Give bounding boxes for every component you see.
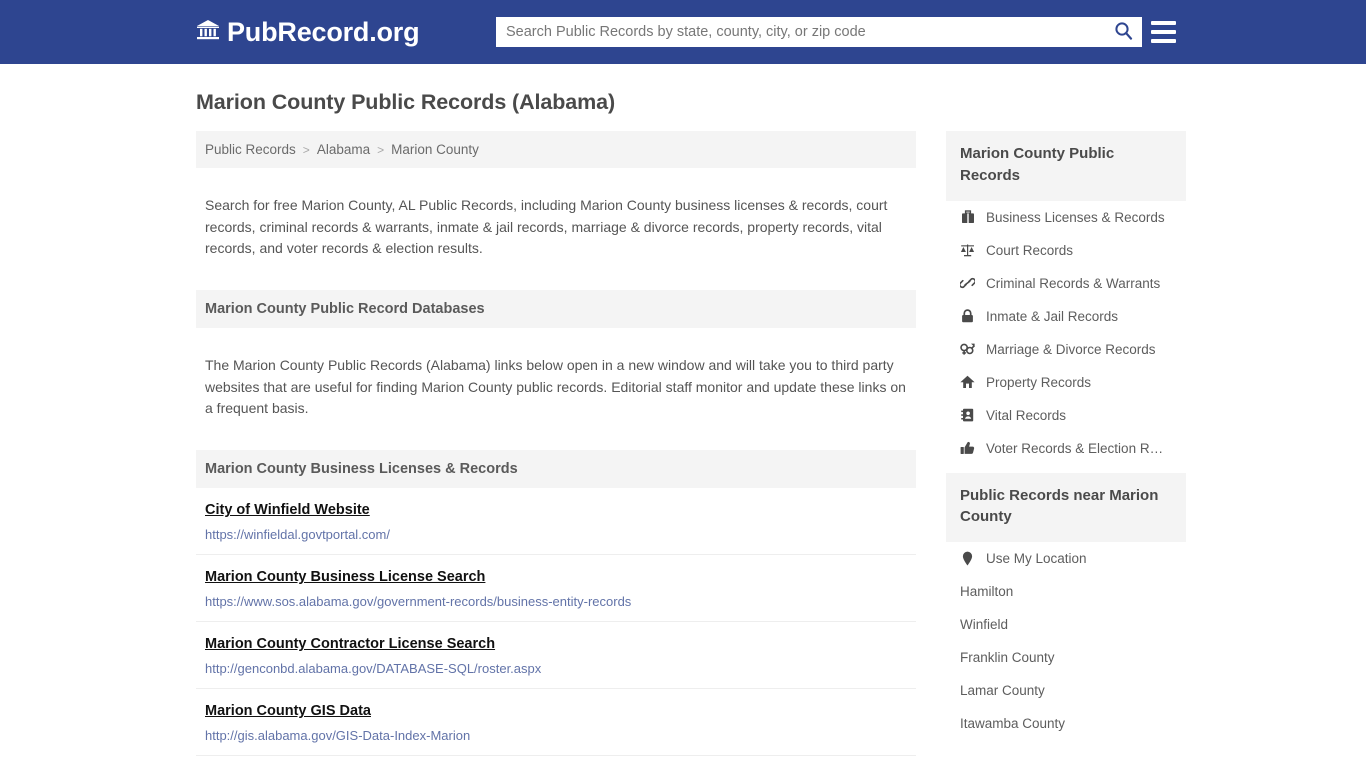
link-list-item: Marion County GIS Data http://gis.alabam… (196, 689, 916, 757)
page-body: Marion County Public Records (Alabama) P… (0, 64, 1366, 768)
search-button[interactable] (1104, 17, 1142, 47)
sidebar-item-vital-records[interactable]: Vital Records (946, 399, 1186, 432)
sidebar-item-label: Use My Location (986, 551, 1087, 566)
databases-paragraph: The Marion County Public Records (Alabam… (205, 357, 906, 417)
bank-building-icon (196, 19, 220, 46)
hamburger-menu-button[interactable] (1151, 19, 1176, 45)
sidebar-item-court-records[interactable]: Court Records (946, 234, 1186, 267)
sidebar-item-label: Lamar County (960, 683, 1045, 698)
thumbs-up-icon (960, 441, 975, 455)
chain-link-icon (960, 276, 975, 290)
sidebar-item-itawamba-county[interactable]: Itawamba County (946, 707, 1186, 740)
sidebar-item-criminal-records[interactable]: Criminal Records & Warrants (946, 267, 1186, 300)
sidebar-item-voter-records[interactable]: Voter Records & Election R… (946, 432, 1186, 465)
record-link-url[interactable]: https://www.sos.alabama.gov/government-r… (205, 594, 907, 609)
link-list-item: Marion County Health Department Website … (196, 756, 916, 768)
breadcrumb: Public Records > Alabama > Marion County (196, 131, 916, 168)
sidebar-item-label: Itawamba County (960, 716, 1066, 731)
sidebar-item-inmate-jail-records[interactable]: Inmate & Jail Records (946, 300, 1186, 333)
link-list-item: City of Winfield Website https://winfiel… (196, 488, 916, 556)
sidebar: Marion County Public Records Business Li… (946, 131, 1186, 740)
search-bar (496, 17, 1142, 47)
sidebar-item-label: Criminal Records & Warrants (986, 275, 1161, 291)
site-header: PubRecord.org (0, 0, 1366, 64)
section-heading-databases: Marion County Public Record Databases (196, 290, 916, 329)
sidebar-records-list: Business Licenses & Records Court Record… (946, 201, 1186, 465)
sidebar-item-franklin-county[interactable]: Franklin County (946, 641, 1186, 674)
hamburger-menu-icon-bar (1151, 39, 1176, 43)
map-pin-icon (960, 551, 975, 566)
sidebar-heading-records: Marion County Public Records (946, 131, 1186, 201)
record-link-url[interactable]: http://genconbd.alabama.gov/DATABASE-SQL… (205, 661, 907, 676)
sidebar-item-lamar-county[interactable]: Lamar County (946, 674, 1186, 707)
sidebar-item-property-records[interactable]: Property Records (946, 366, 1186, 399)
sidebar-item-label: Property Records (986, 374, 1092, 390)
sidebar-item-label: Marriage & Divorce Records (986, 341, 1156, 357)
sidebar-item-winfield[interactable]: Winfield (946, 608, 1186, 641)
sidebar-item-use-my-location[interactable]: Use My Location (946, 542, 1186, 575)
page-title: Marion County Public Records (Alabama) (196, 90, 616, 114)
record-link-url[interactable]: http://gis.alabama.gov/GIS-Data-Index-Ma… (205, 728, 907, 743)
gender-symbols-icon (960, 342, 975, 356)
content-row: Public Records > Alabama > Marion County… (0, 131, 1366, 768)
sidebar-item-label: Inmate & Jail Records (986, 308, 1119, 324)
breadcrumb-separator-icon: > (302, 142, 310, 157)
sidebar-item-label: Winfield (960, 617, 1009, 632)
sidebar-heading-near: Public Records near Marion County (946, 472, 1186, 542)
record-link-url[interactable]: https://winfieldal.govtportal.com/ (205, 527, 907, 542)
briefcase-icon (960, 210, 975, 224)
record-link-title[interactable]: Marion County Business License Search (205, 569, 485, 585)
record-link-title[interactable]: Marion County GIS Data (205, 703, 371, 719)
breadcrumb-item-public-records[interactable]: Public Records (205, 142, 296, 157)
site-brand-name: PubRecord.org (227, 16, 420, 47)
hamburger-menu-icon-bar (1151, 21, 1176, 25)
sidebar-item-business-licenses[interactable]: Business Licenses & Records (946, 201, 1186, 234)
record-link-title[interactable]: City of Winfield Website (205, 502, 370, 518)
breadcrumb-item-marion-county[interactable]: Marion County (391, 142, 479, 157)
sidebar-item-label: Court Records (986, 242, 1074, 258)
scales-of-justice-icon (960, 243, 975, 257)
record-link-title[interactable]: Marion County Contractor License Search (205, 636, 495, 652)
hamburger-menu-icon-bar (1151, 30, 1176, 34)
home-icon (960, 375, 975, 389)
sidebar-item-label: Business Licenses & Records (986, 209, 1165, 225)
sidebar-near-list: Use My Location Hamilton Winfield Frankl… (946, 542, 1186, 740)
link-list-item: Marion County Business License Search ht… (196, 555, 916, 623)
id-card-icon (960, 408, 975, 422)
sidebar-item-hamilton[interactable]: Hamilton (946, 575, 1186, 608)
section-heading-business-licenses: Marion County Business Licenses & Record… (196, 450, 916, 489)
intro-paragraph: Search for free Marion County, AL Public… (205, 197, 888, 257)
link-list-item: Marion County Contractor License Search … (196, 622, 916, 690)
search-input[interactable] (496, 17, 1104, 47)
sidebar-item-label: Franklin County (960, 650, 1055, 665)
sidebar-item-label: Vital Records (986, 407, 1067, 423)
sidebar-item-label: Voter Records & Election R… (986, 440, 1164, 456)
breadcrumb-separator-icon: > (377, 142, 385, 157)
sidebar-item-marriage-divorce-records[interactable]: Marriage & Divorce Records (946, 333, 1186, 366)
lock-icon (960, 309, 975, 323)
main-column: Public Records > Alabama > Marion County… (196, 131, 916, 768)
breadcrumb-item-alabama[interactable]: Alabama (317, 142, 370, 157)
sidebar-item-label: Hamilton (960, 584, 1014, 599)
search-icon (1114, 21, 1133, 43)
site-logo-link[interactable]: PubRecord.org (196, 16, 420, 47)
